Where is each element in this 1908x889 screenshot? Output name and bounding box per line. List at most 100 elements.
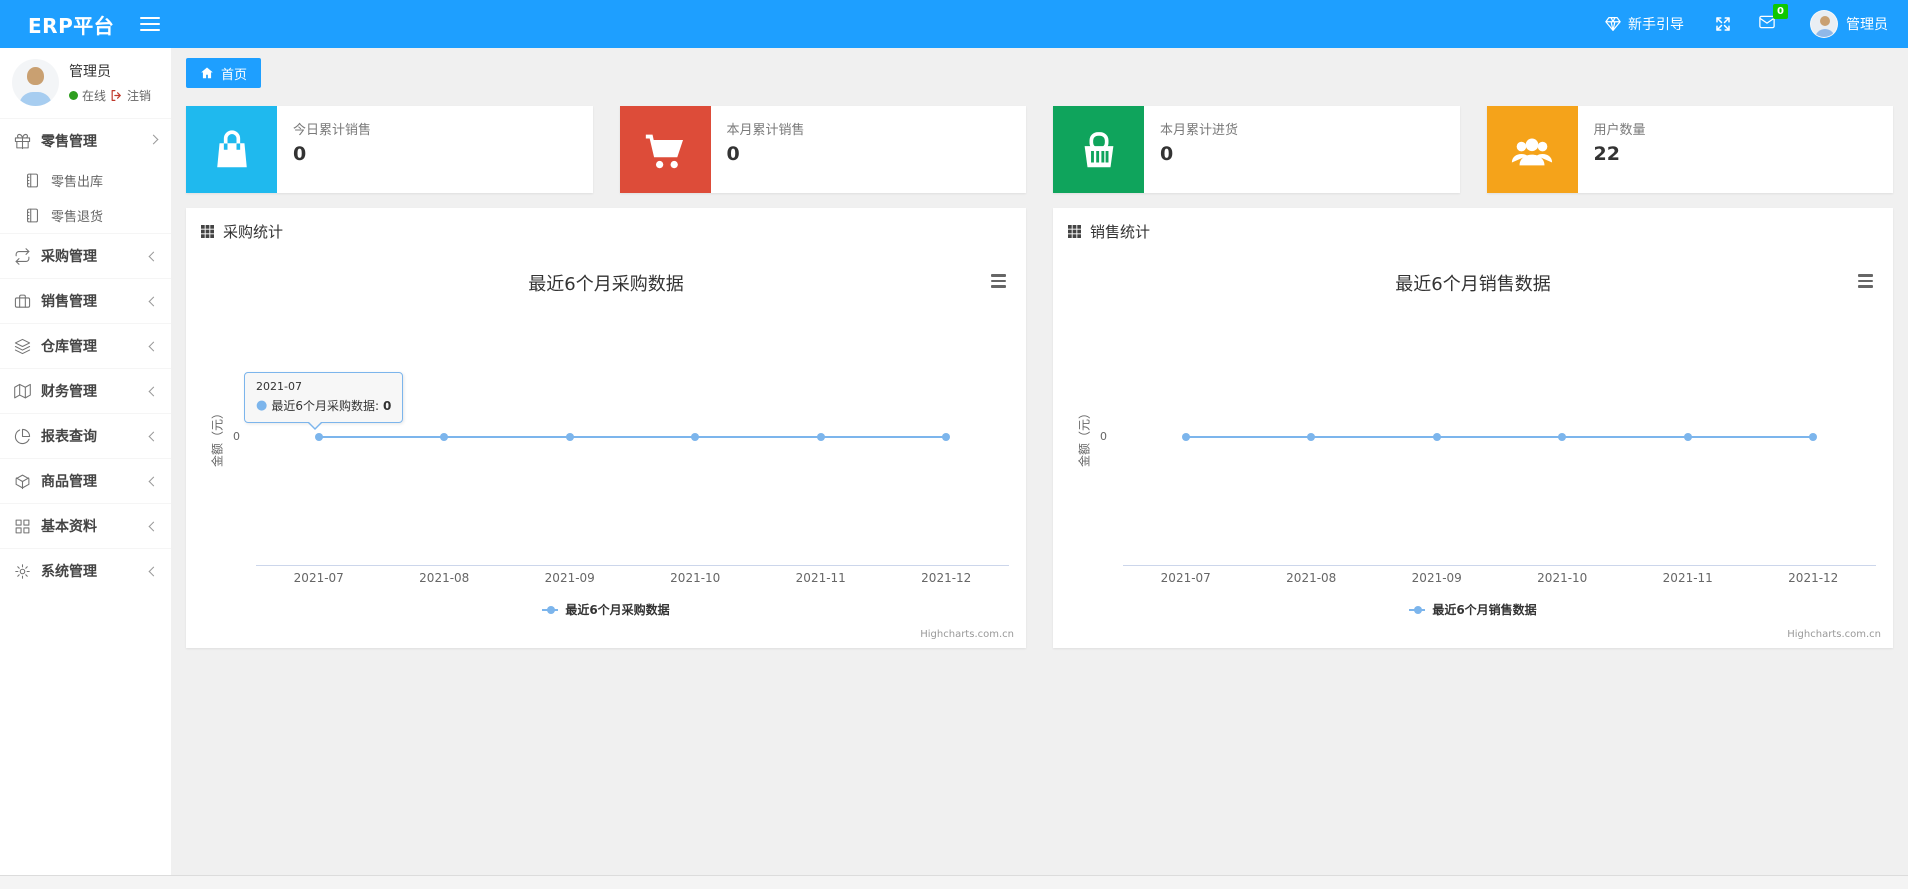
stat-label: 用户数量 — [1593, 123, 1646, 138]
message-count-badge: 0 — [1773, 4, 1788, 19]
sales-chart: 最近6个月销售数据 金额（元） 0 2021-07 2021-08 2021-0… — [1053, 254, 1893, 648]
tooltip-value: 0 — [383, 398, 392, 413]
stat-card-today-sales[interactable]: 今日累计销售 0 — [186, 106, 593, 193]
gift-icon — [14, 133, 31, 150]
stat-card-month-purchase[interactable]: 本月累计进货 0 — [1053, 106, 1460, 193]
chevron-left-icon — [148, 296, 159, 306]
tab-home[interactable]: 首页 — [186, 58, 262, 88]
grid-dots-icon — [1068, 224, 1081, 238]
chart-tooltip: 2021-07 ● 最近6个月采购数据: 0 — [244, 372, 404, 430]
chevron-left-icon — [148, 251, 159, 261]
stat-label: 本月累计进货 — [1160, 123, 1239, 138]
grid-icon — [14, 518, 31, 535]
tab-bar: 首页 — [171, 48, 1908, 88]
shopping-bag-icon — [216, 129, 247, 167]
chevron-left-icon — [148, 476, 159, 486]
app-brand: ERP平台 — [28, 13, 115, 38]
cart-icon — [645, 134, 684, 168]
purchase-stats-panel: 采购统计 最近6个月采购数据 金额（元） 0 2021-07 2021-08 2 — [186, 208, 1026, 648]
sidebar-item-purchase-management[interactable]: 采购管理 — [0, 233, 171, 278]
series-markers[interactable] — [1123, 433, 1876, 441]
legend-marker-icon — [542, 605, 559, 614]
stat-cards-row: 今日累计销售 0 本月累计销售 0 本月累计进货 0 用户数量 22 — [186, 106, 1893, 193]
sidebar-item-sales-management[interactable]: 销售管理 — [0, 278, 171, 323]
menu-toggle-icon[interactable] — [140, 13, 161, 35]
x-axis-line — [1123, 565, 1876, 566]
y-axis-title: 金额（元） — [1077, 406, 1092, 468]
stat-label: 本月累计销售 — [726, 123, 805, 138]
fullscreen-icon — [1716, 17, 1730, 31]
sidebar-item-basic-data[interactable]: 基本资料 — [0, 503, 171, 548]
main-content: 首页 今日累计销售 0 本月累计销售 0 本月累计进货 0 用户数量 22 采购… — [171, 48, 1908, 875]
page-footer — [0, 875, 1908, 889]
logout-icon — [111, 90, 121, 101]
stat-value: 0 — [1160, 143, 1174, 165]
chart-panels-row: 采购统计 最近6个月采购数据 金额（元） 0 2021-07 2021-08 2 — [186, 208, 1893, 648]
legend-marker-icon — [1409, 605, 1426, 614]
stat-value: 0 — [293, 143, 307, 165]
highcharts-credits[interactable]: Highcharts.com.cn — [1787, 629, 1881, 640]
layers-icon — [14, 338, 31, 355]
tooltip-date: 2021-07 — [256, 380, 302, 393]
sidebar-menu: 零售管理 零售出库 零售退货 采购管理 销售管理 仓库管理 财务管理 报表查询 … — [0, 118, 171, 593]
user-profile: 管理员 在线 注销 — [0, 48, 171, 118]
grid-dots-icon — [201, 224, 214, 238]
journal-icon — [24, 207, 41, 224]
stat-card-user-count[interactable]: 用户数量 22 — [1486, 106, 1893, 193]
y-axis-title: 金额（元） — [210, 406, 225, 468]
map-icon — [14, 383, 31, 400]
top-navbar: ERP平台 新手引导 0 管理员 — [0, 0, 1908, 48]
panel-title: 销售统计 — [1090, 222, 1151, 241]
purchase-chart: 最近6个月采购数据 金额（元） 0 2021-07 2021-08 2021-0… — [186, 254, 1026, 648]
fullscreen-button[interactable] — [1714, 15, 1732, 33]
sidebar-item-report-query[interactable]: 报表查询 — [0, 413, 171, 458]
profile-name: 管理员 — [69, 64, 111, 80]
highcharts-credits[interactable]: Highcharts.com.cn — [920, 629, 1014, 640]
online-status-dot — [69, 91, 78, 100]
messages-button[interactable]: 0 — [1758, 4, 1788, 35]
stat-value: 0 — [726, 143, 740, 165]
basket-icon — [1084, 131, 1113, 167]
chevron-left-icon — [148, 386, 159, 396]
chevron-left-icon — [148, 566, 159, 576]
legend-item[interactable]: 最近6个月采购数据 — [542, 601, 670, 618]
sidebar-item-warehouse-management[interactable]: 仓库管理 — [0, 323, 171, 368]
stat-label: 今日累计销售 — [293, 123, 372, 138]
navbar-avatar[interactable] — [1810, 10, 1838, 38]
y-axis-tick: 0 — [1100, 430, 1107, 443]
sidebar-item-finance-management[interactable]: 财务管理 — [0, 368, 171, 413]
chevron-down-icon — [148, 134, 159, 145]
logout-button[interactable]: 注销 — [127, 87, 151, 104]
online-status-label: 在线 — [82, 89, 107, 103]
sidebar-item-product-management[interactable]: 商品管理 — [0, 458, 171, 503]
tooltip-series-dot: ● — [256, 398, 268, 413]
x-axis-line — [256, 565, 1009, 566]
sidebar-item-retail-return[interactable]: 零售退货 — [0, 198, 171, 233]
briefcase-icon — [14, 293, 31, 310]
chevron-left-icon — [148, 341, 159, 351]
pie-chart-icon — [14, 428, 31, 445]
panel-title: 采购统计 — [223, 222, 284, 241]
series-markers[interactable] — [256, 433, 1009, 441]
newbie-guide-button[interactable]: 新手引导 — [1604, 14, 1684, 34]
sidebar-item-retail-outbound[interactable]: 零售出库 — [0, 163, 171, 198]
chevron-left-icon — [148, 521, 159, 531]
x-axis-labels: 2021-07 2021-08 2021-09 2021-10 2021-11 … — [293, 571, 972, 585]
stat-value: 22 — [1593, 143, 1620, 165]
package-icon — [14, 473, 31, 490]
tooltip-series-label: 最近6个月采购数据: — [271, 399, 380, 413]
y-axis-tick: 0 — [233, 430, 240, 443]
navbar-username[interactable]: 管理员 — [1846, 14, 1888, 34]
x-axis-labels: 2021-07 2021-08 2021-09 2021-10 2021-11 … — [1160, 571, 1839, 585]
repeat-icon — [14, 247, 31, 265]
sidebar-item-retail-management[interactable]: 零售管理 — [0, 118, 171, 163]
user-avatar[interactable] — [12, 59, 59, 106]
users-icon — [1511, 138, 1553, 165]
home-icon — [201, 67, 213, 79]
chevron-left-icon — [148, 431, 159, 441]
legend-item[interactable]: 最近6个月销售数据 — [1409, 601, 1537, 618]
gem-icon — [1605, 17, 1621, 31]
gear-icon — [14, 563, 31, 580]
sidebar-item-system-management[interactable]: 系统管理 — [0, 548, 171, 593]
stat-card-month-sales[interactable]: 本月累计销售 0 — [619, 106, 1026, 193]
